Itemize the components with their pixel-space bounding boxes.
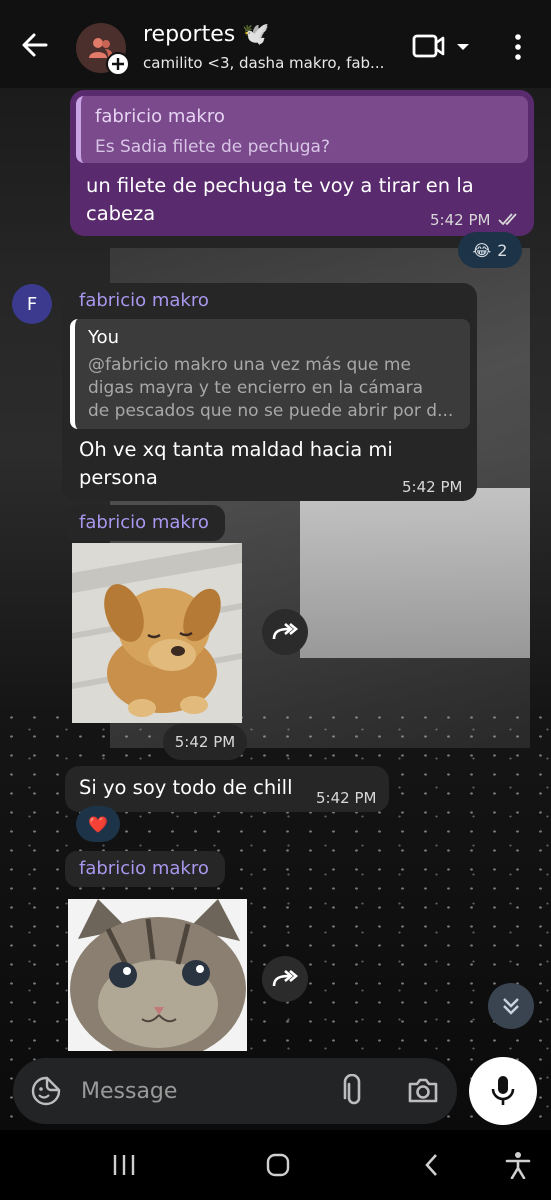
chat-title[interactable]: reportes 🕊️ (143, 22, 270, 47)
kitten-sticker[interactable] (68, 899, 247, 1051)
message-time: 5:42 PM (430, 211, 491, 229)
sender-name[interactable]: fabricio makro (79, 290, 209, 311)
sender-chip[interactable]: fabricio makro (65, 505, 225, 541)
more-options-icon[interactable] (508, 32, 528, 62)
quote-sender: fabricio makro (95, 106, 225, 127)
video-call-button[interactable] (412, 33, 472, 61)
puppy-image (72, 543, 242, 723)
laughing-emoji-icon: 😂 (472, 240, 492, 260)
camera-icon[interactable] (407, 1075, 439, 1105)
forward-arrow-icon (272, 970, 299, 987)
sender-avatar[interactable]: F (12, 284, 52, 324)
message-time: 5:42 PM (163, 724, 247, 760)
quote-sender: You (88, 327, 120, 348)
outgoing-message-bubble[interactable]: fabricio makro Es Sadia filete de pechug… (70, 90, 534, 236)
video-camera-icon (412, 34, 469, 58)
message-text-line: Oh ve xq tanta maldad hacia mi (79, 438, 393, 461)
message-text-line: persona (79, 466, 158, 489)
wallpaper-panel (300, 488, 530, 658)
add-member-plus-icon[interactable] (106, 52, 130, 76)
puppy-sticker[interactable] (72, 543, 242, 723)
quoted-message[interactable]: fabricio makro Es Sadia filete de pechug… (76, 96, 528, 163)
double-chevron-down-icon (503, 998, 519, 1015)
chat-participants[interactable]: camilito <3, dasha makro, fab... (143, 54, 384, 72)
quoted-message[interactable]: You @fabricio makro una vez más que me d… (70, 319, 470, 429)
reaction-count: 2 (497, 240, 508, 260)
forward-arrow-icon (272, 623, 299, 640)
incoming-message-bubble[interactable]: fabricio makro You @fabricio makro una v… (62, 283, 477, 501)
scroll-to-bottom-button[interactable] (488, 983, 534, 1029)
message-text-line: un filete de pechuga te voy a tirar en l… (86, 174, 474, 197)
accessibility-icon[interactable] (500, 1148, 536, 1182)
kitten-image (68, 899, 247, 1051)
sender-chip[interactable]: fabricio makro (65, 851, 225, 887)
incoming-message-bubble[interactable]: Si yo soy todo de chill 5:42 PM (65, 766, 389, 812)
heart-emoji-icon: ❤️ (88, 814, 108, 834)
quote-text-line: @fabricio makro una vez más que me (88, 355, 411, 375)
reaction-badge[interactable]: ❤️ (76, 806, 120, 842)
message-input[interactable] (81, 1076, 331, 1106)
message-time: 5:42 PM (316, 789, 377, 807)
back-arrow-icon[interactable] (20, 30, 50, 60)
forward-button[interactable] (262, 609, 308, 655)
message-text: Si yo soy todo de chill (79, 776, 293, 799)
forward-button[interactable] (262, 956, 308, 1002)
message-time: 5:42 PM (402, 478, 463, 496)
message-composer (13, 1058, 457, 1124)
home-icon[interactable] (260, 1148, 296, 1182)
back-nav-icon[interactable] (414, 1148, 450, 1182)
read-checkmarks-icon (498, 213, 517, 226)
quote-text-line: de pescados que no se puede abrir por d.… (88, 401, 454, 421)
sender-name: fabricio makro (79, 512, 209, 533)
chat-header: reportes 🕊️ camilito <3, dasha makro, fa… (0, 0, 551, 88)
quote-text-line: digas mayra y te encierro en la cámara (88, 378, 424, 398)
attach-paperclip-icon[interactable] (341, 1074, 367, 1108)
voice-record-button[interactable] (469, 1057, 537, 1125)
sender-name: fabricio makro (79, 858, 209, 879)
sticker-icon[interactable] (31, 1076, 61, 1106)
quote-text: Es Sadia filete de pechuga? (95, 137, 330, 157)
recent-apps-icon[interactable] (106, 1148, 142, 1182)
message-text-line: cabeza (86, 202, 156, 225)
system-navigation-bar (0, 1130, 551, 1200)
microphone-icon (491, 1076, 515, 1105)
reaction-badge[interactable]: 😂 2 (458, 232, 522, 268)
